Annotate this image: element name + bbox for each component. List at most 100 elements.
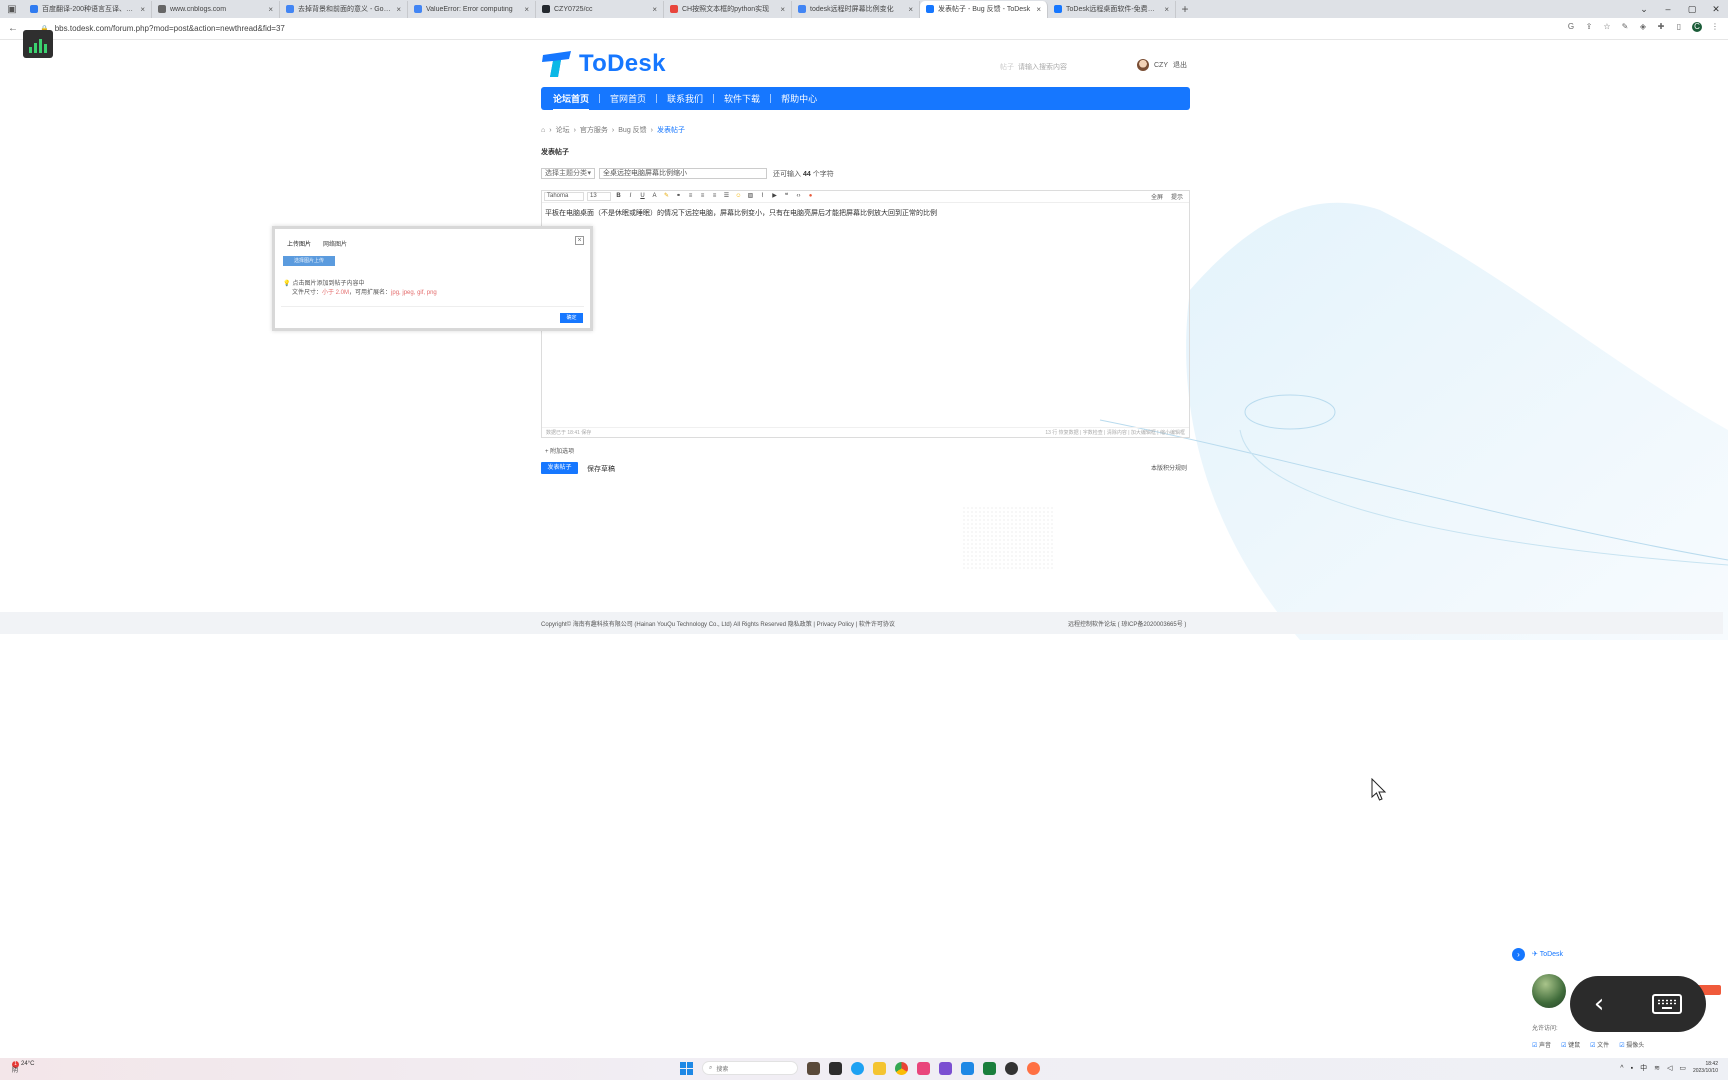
align-center-icon[interactable]: ≡ [698, 192, 707, 201]
highlight-icon[interactable]: ✎ [662, 192, 671, 201]
taskbar-search[interactable]: ⌕ 搜索 [702, 1061, 798, 1075]
chrome-icon[interactable] [895, 1061, 908, 1075]
weather-widget[interactable]: 1 24°C 阴 [12, 1061, 34, 1075]
submit-post-button[interactable]: 发表帖子 [541, 462, 578, 474]
nav-item[interactable]: 帮助中心 [777, 92, 821, 105]
bold-icon[interactable]: B [614, 192, 623, 201]
ime-indicator[interactable]: 中 [1640, 1063, 1647, 1073]
save-draft-button[interactable]: 保存草稿 [587, 464, 615, 474]
browser-tab[interactable]: todesk远程时屏幕比例变化 × [792, 0, 920, 18]
bookmark-star-icon[interactable]: ☆ [1602, 22, 1612, 32]
select-image-button[interactable]: 选择图片上传 [283, 256, 335, 266]
tab-close-icon[interactable]: × [780, 5, 785, 14]
home-icon[interactable]: ⌂ [541, 127, 545, 134]
more-icon[interactable]: ● [806, 192, 815, 201]
share-icon[interactable]: ⇪ [1584, 22, 1594, 32]
tab-close-icon[interactable]: × [1164, 5, 1169, 14]
browser-tab[interactable]: 去掉背景和前面的意义 - Google × [280, 0, 408, 18]
attach-options-link[interactable]: + 附加选项 [545, 446, 574, 455]
attachment-icon[interactable]: ⌇ [758, 192, 767, 201]
panel-collapse-chevron-icon[interactable]: › [1512, 948, 1525, 961]
underline-icon[interactable]: U [638, 192, 647, 201]
app-icon[interactable] [807, 1061, 820, 1075]
browser-tab[interactable]: 发表帖子 - Bug 反馈 - ToDesk × [920, 0, 1048, 18]
italic-icon[interactable]: I [626, 192, 635, 201]
browser-tab[interactable]: ValueError: Error computing × [408, 0, 536, 18]
dialog-tab[interactable]: 上传图片 [287, 239, 311, 248]
breadcrumb-item[interactable]: 官方服务 [580, 125, 608, 135]
minimize-button[interactable]: – [1656, 0, 1680, 18]
code-icon[interactable]: ‹› [794, 192, 803, 201]
windows-start-icon[interactable] [680, 1061, 693, 1075]
permission-checkbox[interactable]: 键鼠 [1561, 1040, 1580, 1049]
recording-widget-icon[interactable] [23, 30, 53, 58]
nav-item[interactable]: 论坛首页 [549, 92, 593, 111]
maximize-button[interactable]: ▢ [1680, 0, 1704, 18]
close-icon[interactable]: × [575, 236, 584, 245]
font-select[interactable]: Tahoma [544, 192, 584, 201]
tray-chevron-icon[interactable]: ^ [1620, 1065, 1623, 1072]
tab-close-icon[interactable]: × [524, 5, 529, 14]
vscode-icon[interactable] [961, 1061, 974, 1075]
quote-icon[interactable]: ❝ [782, 192, 791, 201]
breadcrumb-item[interactable]: Bug 反馈 [618, 125, 646, 135]
browser-tab[interactable]: 百度翻译-200种语言互译、沟通全世界！× [24, 0, 152, 18]
wifi-icon[interactable]: ≋ [1654, 1064, 1660, 1072]
search-input[interactable]: 请输入搜索内容 [1018, 62, 1067, 72]
permission-checkbox[interactable]: 摄像头 [1619, 1040, 1644, 1049]
search-scope[interactable]: 帖子 [1000, 62, 1018, 72]
toolbar-option[interactable]: 全屏 [1151, 192, 1163, 201]
editor-content[interactable]: 平板在电脑桌面（不是休眠或睡眠）的情况下远控电脑，屏幕比例变小，只有在电脑亮屏后… [542, 203, 1189, 223]
tray-app-icon[interactable]: ▪ [1631, 1065, 1633, 1072]
back-button[interactable]: ← [6, 23, 20, 34]
pycharm-icon[interactable] [983, 1061, 996, 1075]
todesk-logo[interactable]: ToDesk [541, 50, 666, 78]
tab-close-icon[interactable]: × [268, 5, 273, 14]
tab-close-icon[interactable]: × [652, 5, 657, 14]
battery-icon[interactable]: ▭ [1679, 1064, 1686, 1072]
tab-close-icon[interactable]: × [396, 5, 401, 14]
task-view-icon[interactable] [829, 1061, 842, 1075]
align-right-icon[interactable]: ≡ [710, 192, 719, 201]
nav-item[interactable]: 官网首页 [606, 92, 650, 105]
media-icon[interactable]: ▶ [770, 192, 779, 201]
keyboard-icon[interactable] [1652, 994, 1683, 1014]
subject-input[interactable]: 全桌远控电脑屏幕比例缩小 [599, 168, 767, 179]
file-explorer-icon[interactable] [873, 1061, 886, 1075]
username-link[interactable]: CZY [1154, 62, 1168, 69]
emoji-icon[interactable]: ☺ [734, 192, 743, 201]
menu-dots-icon[interactable]: ⋮ [1710, 22, 1720, 32]
tab-close-icon[interactable]: × [140, 5, 145, 14]
align-left-icon[interactable]: ≡ [686, 192, 695, 201]
editor-actions[interactable]: 13 行 恢复数据 | 字数检查 | 清除内容 | 加大编辑框 | 缩小编辑框 [1045, 429, 1185, 436]
font-size-select[interactable]: 13 [587, 192, 611, 201]
logout-link[interactable]: 退出 [1173, 60, 1187, 70]
browser-tab[interactable]: CZY0725/cc × [536, 0, 664, 18]
app-icon-pink[interactable] [917, 1061, 930, 1075]
dialog-tab[interactable]: 网络图片 [323, 239, 347, 248]
permission-checkbox[interactable]: 声音 [1532, 1040, 1551, 1049]
thread-type-select[interactable]: 选择主题分类 ▾ [541, 168, 595, 179]
nav-item[interactable]: 软件下载 [720, 92, 764, 105]
edge-icon[interactable] [851, 1061, 864, 1075]
back-arrow-icon[interactable]: ‹ [1594, 989, 1604, 1019]
browser-tab[interactable]: CH按照文本框的python实现 × [664, 0, 792, 18]
app-icon-dark[interactable] [1005, 1061, 1018, 1075]
profile-avatar[interactable]: C [1692, 22, 1702, 32]
url-field[interactable]: 🔒 bbs.todesk.com/forum.php?mod=post&acti… [40, 24, 285, 33]
extension-icon[interactable]: ✎ [1620, 22, 1630, 32]
browser-tab[interactable]: www.cnblogs.com × [152, 0, 280, 18]
credit-rules-link[interactable]: 本版积分规则 [1151, 463, 1187, 472]
side-panel-icon[interactable]: ▯ [1674, 22, 1684, 32]
font-color-icon[interactable]: A [650, 192, 659, 201]
list-icon[interactable]: ☰ [722, 192, 731, 201]
permission-checkbox[interactable]: 文件 [1590, 1040, 1609, 1049]
tab-search-icon[interactable]: ▣ [0, 0, 24, 18]
google-icon[interactable]: G [1566, 22, 1576, 32]
confirm-button[interactable]: 确定 [560, 313, 583, 323]
breadcrumb-item[interactable]: 论坛 [556, 125, 570, 135]
tab-close-icon[interactable]: × [908, 5, 913, 14]
visual-studio-icon[interactable] [939, 1061, 952, 1075]
extension-icon[interactable]: ◈ [1638, 22, 1648, 32]
user-avatar[interactable] [1137, 59, 1149, 71]
